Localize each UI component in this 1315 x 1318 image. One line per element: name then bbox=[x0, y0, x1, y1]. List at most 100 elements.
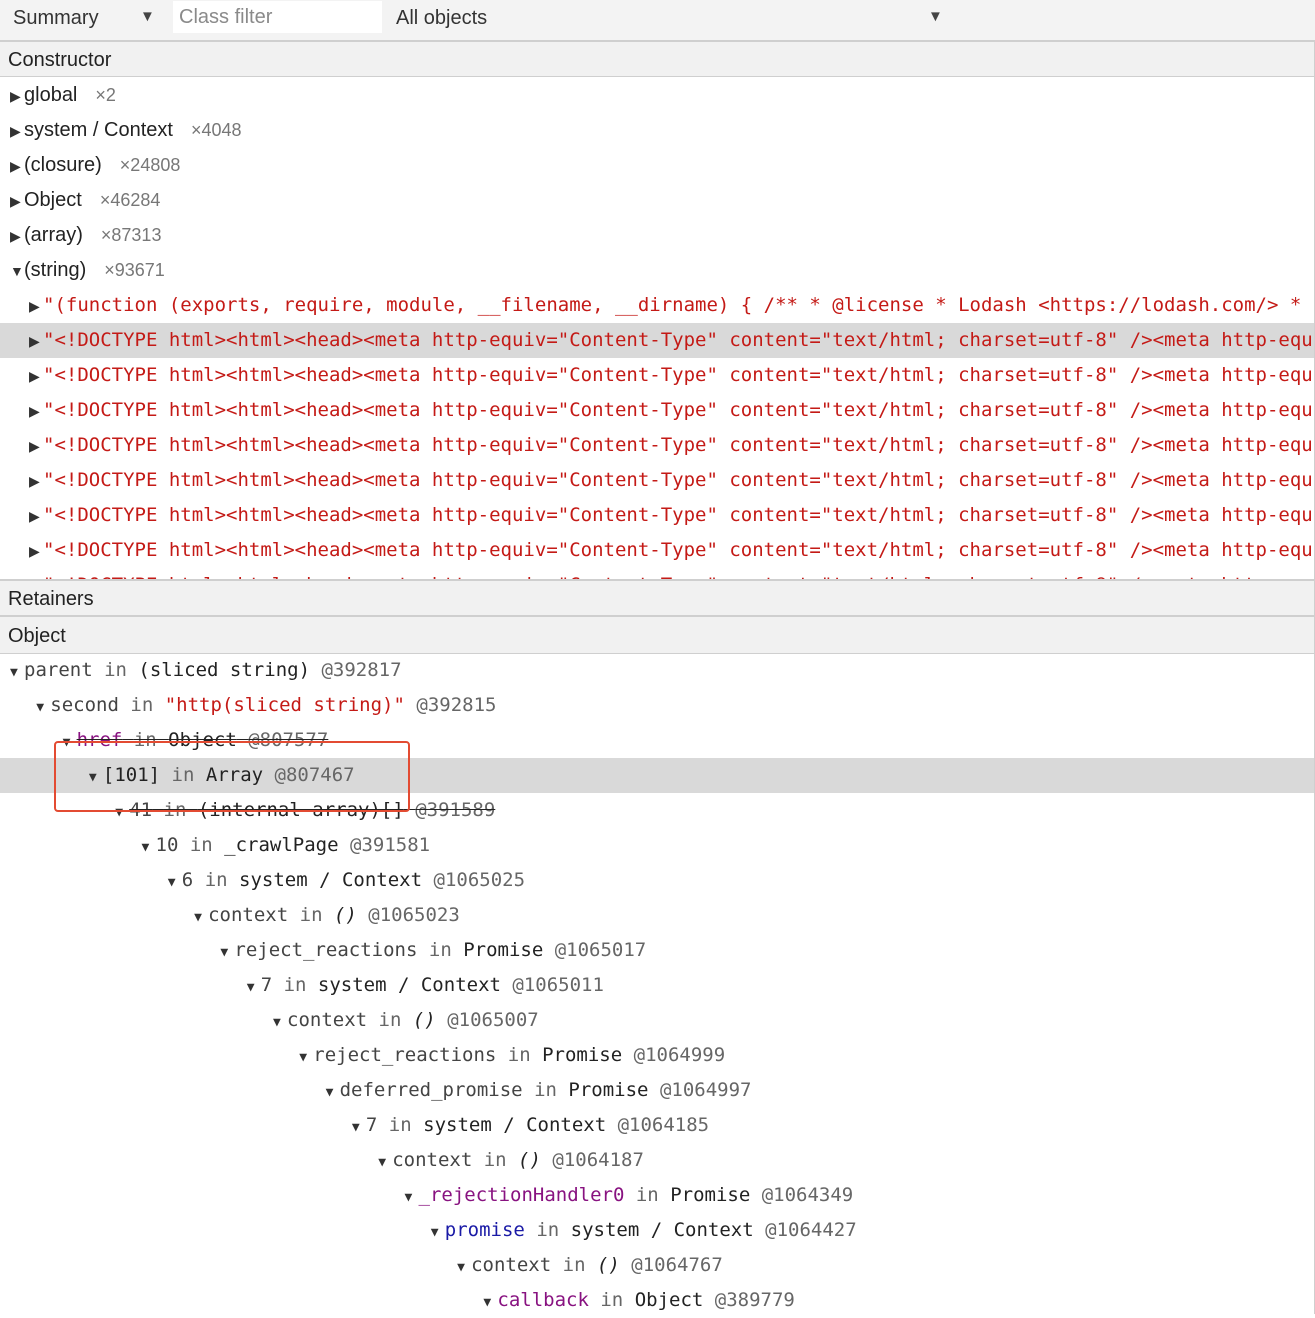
retainer-object: Promise bbox=[463, 939, 544, 961]
retainer-object-id: @1064187 bbox=[552, 1149, 644, 1171]
retainer-row[interactable]: ▼ _rejectionHandler0 in Promise @1064349 bbox=[0, 1178, 1315, 1213]
collapsed-triangle-icon[interactable]: ▶ bbox=[29, 464, 43, 498]
collapsed-triangle-icon[interactable]: ▶ bbox=[29, 534, 43, 568]
retainer-row[interactable]: ▼ 6 in system / Context @1065025 bbox=[0, 863, 1315, 898]
expanded-triangle-icon[interactable]: ▼ bbox=[457, 1250, 471, 1283]
retainer-property: context bbox=[287, 1009, 368, 1031]
retainer-object-id: @389779 bbox=[714, 1289, 795, 1311]
retainer-row[interactable]: ▼ context in () @1064767 bbox=[0, 1248, 1315, 1283]
retainer-object-id: @1064427 bbox=[765, 1219, 857, 1241]
collapsed-triangle-icon[interactable]: ▶ bbox=[29, 569, 43, 579]
string-value: "<!DOCTYPE html><html><head><meta http-e… bbox=[43, 539, 1313, 561]
string-instance-row[interactable]: ▶"<!DOCTYPE html><html><head><meta http-… bbox=[0, 568, 1315, 579]
highlight-annotation bbox=[54, 741, 410, 812]
expanded-triangle-icon[interactable]: ▼ bbox=[36, 690, 50, 723]
retainer-object-id: @391589 bbox=[415, 799, 496, 821]
string-instance-row[interactable]: ▶"<!DOCTYPE html><html><head><meta http-… bbox=[0, 533, 1315, 568]
retainer-object-id: @1064767 bbox=[631, 1254, 723, 1276]
string-instance-row[interactable]: ▶"<!DOCTYPE html><html><head><meta http-… bbox=[0, 498, 1315, 533]
retainer-property: promise bbox=[444, 1219, 525, 1241]
retainer-object-id: @391581 bbox=[350, 834, 431, 856]
string-value: "<!DOCTYPE html><html><head><meta http-e… bbox=[43, 434, 1313, 456]
retainer-row[interactable]: ▼ context in () @1065007 bbox=[0, 1003, 1315, 1038]
collapsed-triangle-icon[interactable]: ▶ bbox=[29, 359, 43, 393]
expanded-triangle-icon[interactable]: ▼ bbox=[326, 1075, 340, 1108]
string-instance-row[interactable]: ▶"<!DOCTYPE html><html><head><meta http-… bbox=[0, 323, 1315, 358]
retainer-property: context bbox=[208, 904, 289, 926]
retainer-in-keyword: in bbox=[388, 1114, 424, 1136]
retainer-object-id: @1065011 bbox=[512, 974, 604, 996]
collapsed-triangle-icon[interactable]: ▶ bbox=[29, 394, 43, 428]
retainer-property: deferred_promise bbox=[339, 1079, 523, 1101]
expanded-triangle-icon[interactable]: ▼ bbox=[168, 865, 182, 898]
object-column-header[interactable]: Object bbox=[0, 616, 1315, 654]
expanded-triangle-icon[interactable]: ▼ bbox=[247, 970, 261, 1003]
expanded-triangle-icon[interactable]: ▼ bbox=[352, 1110, 366, 1143]
retainer-object: Promise bbox=[542, 1044, 623, 1066]
string-instance-row[interactable]: ▶ "(function (exports, require, module, _… bbox=[0, 288, 1315, 323]
expanded-triangle-icon[interactable]: ▼ bbox=[431, 1215, 445, 1248]
retainer-object: () bbox=[412, 1009, 436, 1031]
retainer-object-id: @1065007 bbox=[447, 1009, 539, 1031]
retainer-in-keyword: in bbox=[534, 1079, 569, 1101]
string-instance-row[interactable]: ▶"<!DOCTYPE html><html><head><meta http-… bbox=[0, 463, 1315, 498]
retainer-object: "http(sliced string)" bbox=[164, 694, 405, 716]
expanded-triangle-icon[interactable]: ▼ bbox=[220, 935, 234, 968]
retainer-row[interactable]: ▼ callback in Object @389779 bbox=[0, 1283, 1315, 1318]
string-instance-row[interactable]: ▶"<!DOCTYPE html><html><head><meta http-… bbox=[0, 393, 1315, 428]
expanded-triangle-icon[interactable]: ▼ bbox=[10, 655, 24, 688]
retainer-property: callback bbox=[497, 1289, 589, 1311]
retainer-object: () bbox=[596, 1254, 620, 1276]
collapsed-triangle-icon[interactable]: ▶ bbox=[29, 499, 43, 533]
retainer-row[interactable]: ▼ 7 in system / Context @1065011 bbox=[0, 968, 1315, 1003]
expanded-triangle-icon[interactable]: ▼ bbox=[378, 1145, 392, 1178]
string-value: "<!DOCTYPE html><html><head><meta http-e… bbox=[43, 364, 1313, 386]
retainer-object-id: @1064349 bbox=[761, 1184, 854, 1206]
retainer-object-id: @1064185 bbox=[617, 1114, 710, 1136]
collapsed-triangle-icon[interactable]: ▶ bbox=[29, 429, 43, 463]
retainer-in-keyword: in bbox=[600, 1289, 635, 1311]
expanded-triangle-icon[interactable]: ▼ bbox=[299, 1040, 313, 1073]
retainer-in-keyword: in bbox=[507, 1044, 543, 1066]
expanded-triangle-icon[interactable]: ▼ bbox=[483, 1285, 497, 1318]
expanded-triangle-icon[interactable]: ▼ bbox=[142, 830, 156, 863]
retainer-property: context bbox=[392, 1149, 473, 1171]
retainer-row[interactable]: ▼ second in "http(sliced string)" @392815 bbox=[0, 688, 1315, 723]
retainer-in-keyword: in bbox=[428, 939, 464, 961]
retainer-in-keyword: in bbox=[130, 694, 165, 716]
retainer-object-id: @392815 bbox=[416, 694, 497, 716]
retainer-in-keyword: in bbox=[483, 1149, 519, 1171]
retainer-property: _rejectionHandler0 bbox=[418, 1184, 625, 1206]
retainer-row[interactable]: ▼ context in () @1064187 bbox=[0, 1143, 1315, 1178]
string-instance-row[interactable]: ▶"<!DOCTYPE html><html><head><meta http-… bbox=[0, 358, 1315, 393]
string-value: "<!DOCTYPE html><html><head><meta http-e… bbox=[43, 469, 1313, 491]
retainer-object-id: @1064999 bbox=[633, 1044, 726, 1066]
retainer-in-keyword: in bbox=[378, 1009, 413, 1031]
expanded-triangle-icon[interactable]: ▼ bbox=[273, 1005, 287, 1038]
string-value: "<!DOCTYPE html><html><head><meta http-e… bbox=[43, 399, 1313, 421]
expanded-triangle-icon[interactable]: ▼ bbox=[405, 1180, 419, 1213]
retainer-property: second bbox=[50, 694, 119, 716]
string-instance-row[interactable]: ▶"<!DOCTYPE html><html><head><meta http-… bbox=[0, 428, 1315, 463]
retainer-row[interactable]: ▼ reject_reactions in Promise @1064999 bbox=[0, 1038, 1315, 1073]
retainer-row[interactable]: ▼ promise in system / Context @1064427 bbox=[0, 1213, 1315, 1248]
retainer-object: () bbox=[333, 904, 357, 926]
collapsed-triangle-icon[interactable]: ▶ bbox=[29, 289, 43, 323]
retainer-row[interactable]: ▼ 7 in system / Context @1064185 bbox=[0, 1108, 1315, 1143]
retainer-in-keyword: in bbox=[635, 1184, 671, 1206]
retainer-object: Promise bbox=[670, 1184, 751, 1206]
expanded-triangle-icon[interactable]: ▼ bbox=[194, 900, 208, 933]
retainer-object-id: @1065023 bbox=[368, 904, 460, 926]
retainer-object: system / Context bbox=[570, 1219, 754, 1241]
retainer-in-keyword: in bbox=[283, 974, 318, 996]
retainer-row[interactable]: ▼ parent in (sliced string) @392817 bbox=[0, 653, 1315, 688]
retainer-object-id: @1065025 bbox=[433, 869, 526, 891]
collapsed-triangle-icon[interactable]: ▶ bbox=[29, 324, 43, 358]
retainer-row[interactable]: ▼ reject_reactions in Promise @1065017 bbox=[0, 933, 1315, 968]
retainer-row[interactable]: ▼ deferred_promise in Promise @1064997 bbox=[0, 1073, 1315, 1108]
retainer-row[interactable]: ▼ context in () @1065023 bbox=[0, 898, 1315, 933]
retainer-object-id: @392817 bbox=[321, 659, 402, 681]
retainer-object-id: @1065017 bbox=[554, 939, 647, 961]
retainer-object: Object bbox=[634, 1289, 704, 1311]
retainer-row[interactable]: ▼ 10 in _crawlPage @391581 bbox=[0, 828, 1315, 863]
